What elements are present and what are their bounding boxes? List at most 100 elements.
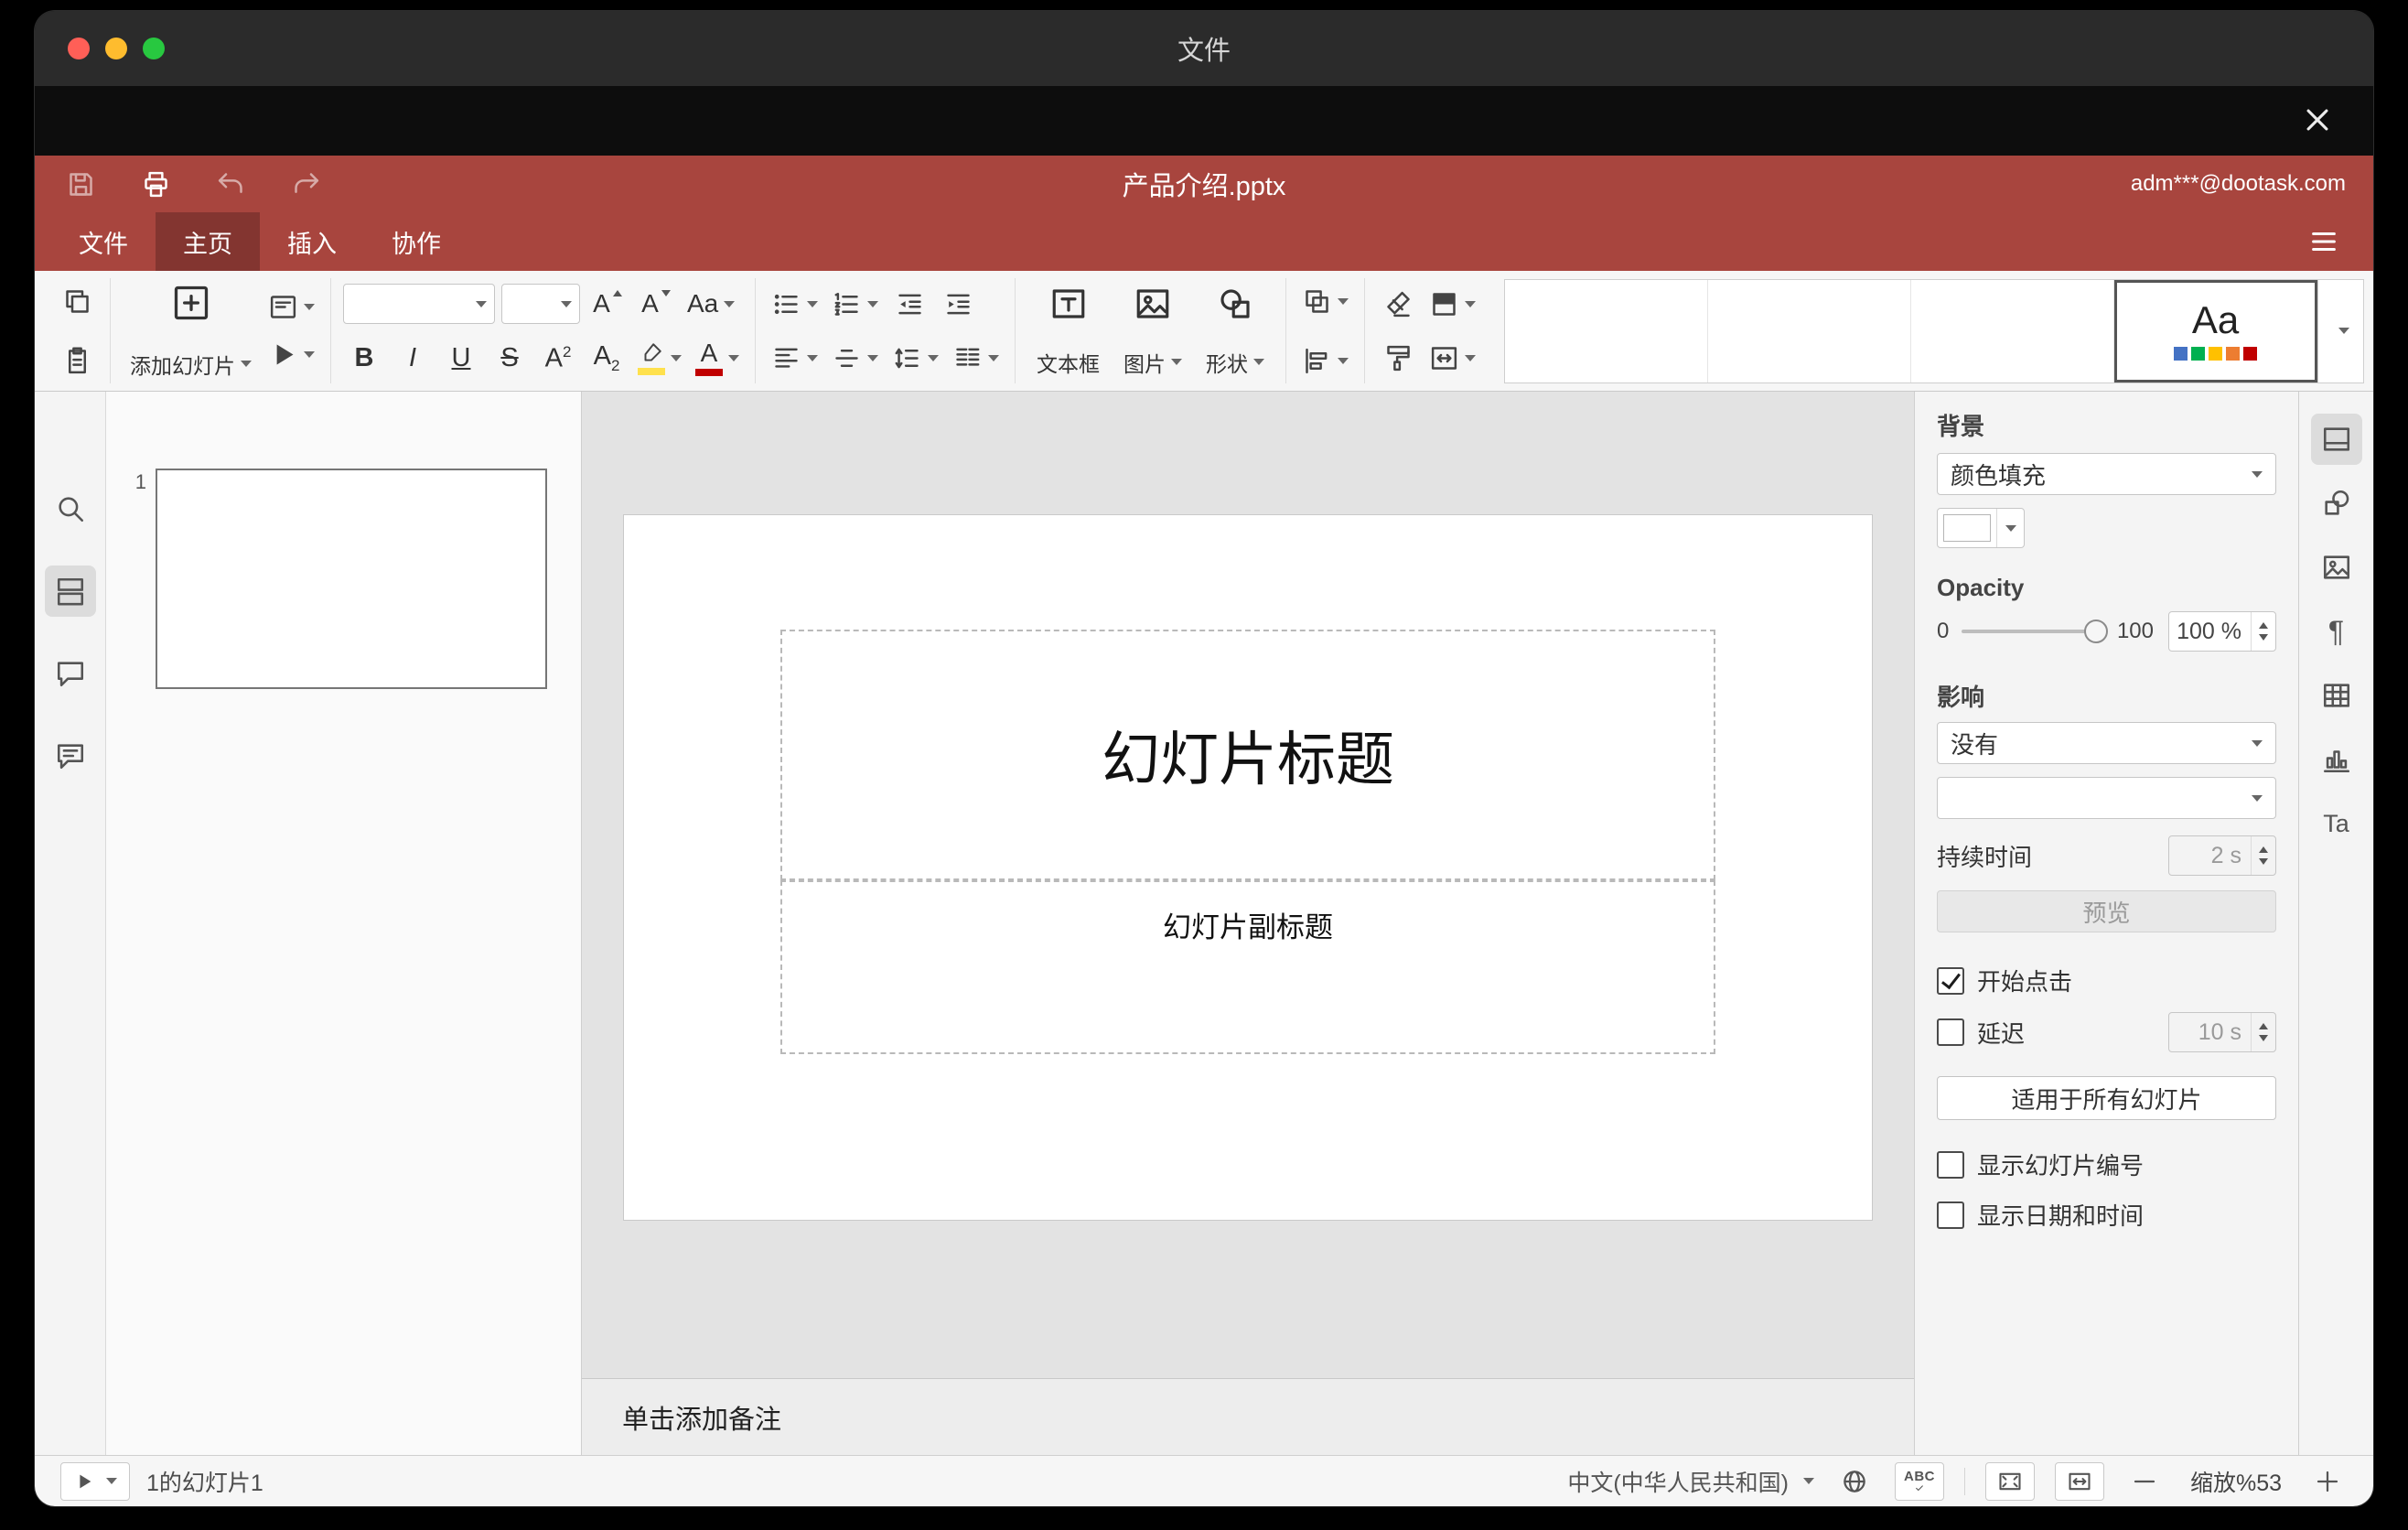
spinner-down-icon[interactable]	[2259, 1035, 2268, 1041]
bullet-list-button[interactable]	[768, 283, 822, 325]
show-slide-number-checkbox[interactable]	[1937, 1150, 1964, 1179]
duration-spinner[interactable]: 2 s	[2168, 835, 2276, 876]
start-on-click-checkbox[interactable]	[1937, 966, 1964, 995]
spinner-up-icon[interactable]	[2259, 846, 2268, 853]
fit-to-width-button[interactable]	[2055, 1461, 2104, 1501]
strikethrough-button[interactable]: S	[489, 337, 531, 379]
decrease-font-size-button[interactable]: A	[635, 283, 677, 325]
opacity-spinner[interactable]: 100 %	[2168, 611, 2276, 652]
insert-textbox-button[interactable]: 文本框	[1027, 279, 1109, 383]
subscript-button[interactable]: A2	[586, 337, 628, 379]
minimize-window-button[interactable]	[105, 38, 127, 59]
numbered-list-button[interactable]	[828, 283, 882, 325]
insert-image-button[interactable]: 图片	[1114, 279, 1191, 383]
document-language-button[interactable]	[1834, 1462, 1875, 1501]
print-button[interactable]	[137, 166, 174, 202]
show-datetime-checkbox[interactable]	[1937, 1201, 1964, 1229]
save-button[interactable]	[62, 166, 99, 202]
notes-area[interactable]: 单击添加备注	[582, 1378, 1914, 1455]
slide-layout-button[interactable]	[264, 286, 318, 329]
underline-button[interactable]: U	[440, 337, 482, 379]
tab-home[interactable]: 主页	[156, 212, 260, 271]
change-case-button[interactable]: Aa	[683, 283, 738, 325]
delay-spinner[interactable]: 10 s	[2168, 1012, 2276, 1052]
fullscreen-window-button[interactable]	[143, 38, 165, 59]
start-slideshow-button[interactable]	[264, 334, 318, 376]
theme-gallery-expand-button[interactable]	[2317, 279, 2363, 382]
table-settings-tab[interactable]	[2311, 670, 2362, 721]
theme-thumbnail-selected[interactable]: Aa	[2114, 279, 2317, 382]
sidebar-slides-button[interactable]	[44, 566, 96, 617]
undo-button[interactable]	[212, 166, 249, 202]
bold-button[interactable]: B	[343, 337, 385, 379]
align-shapes-button[interactable]	[1298, 339, 1352, 382]
image-settings-tab[interactable]	[2311, 542, 2362, 593]
slide-settings-tab[interactable]	[2310, 414, 2362, 465]
theme-thumbnail[interactable]	[1505, 279, 1708, 382]
columns-button[interactable]	[949, 337, 1003, 379]
theme-thumbnail[interactable]	[1708, 279, 1911, 382]
line-spacing-button[interactable]	[888, 337, 942, 379]
insert-shape-button[interactable]: 形状	[1197, 279, 1274, 383]
paragraph-settings-tab[interactable]: ¶	[2311, 606, 2362, 657]
add-slide-button[interactable]: 添加幻灯片	[123, 279, 259, 383]
effect-select[interactable]: 没有	[1937, 722, 2276, 764]
spinner-down-icon[interactable]	[2259, 634, 2268, 641]
background-fill-select[interactable]: 颜色填充	[1937, 453, 2276, 495]
slider-knob[interactable]	[2083, 620, 2108, 643]
paste-button[interactable]	[56, 339, 98, 382]
close-icon[interactable]	[2295, 97, 2340, 143]
opacity-slider[interactable]	[1962, 620, 2108, 643]
arrange-shapes-button[interactable]	[1298, 280, 1352, 322]
shape-settings-tab[interactable]	[2311, 478, 2362, 529]
clear-style-button[interactable]	[1377, 283, 1419, 325]
increase-indent-button[interactable]	[937, 283, 979, 325]
theme-thumbnail[interactable]	[1911, 279, 2114, 382]
menu-button[interactable]	[2302, 221, 2346, 262]
close-window-button[interactable]	[68, 38, 90, 59]
copy-style-button[interactable]	[1377, 337, 1419, 379]
chart-settings-tab[interactable]	[2311, 734, 2362, 785]
spinner-up-icon[interactable]	[2259, 622, 2268, 629]
subtitle-placeholder[interactable]: 幻灯片副标题	[780, 880, 1715, 1054]
sidebar-chat-button[interactable]	[45, 730, 96, 781]
tab-file[interactable]: 文件	[51, 212, 156, 271]
decrease-indent-button[interactable]	[888, 283, 930, 325]
spinner-up-icon[interactable]	[2259, 1023, 2268, 1029]
slide-thumbnail[interactable]	[156, 469, 547, 689]
language-label: 中文(中华人民共和国)	[1567, 1470, 1789, 1496]
redo-button[interactable]	[287, 166, 324, 202]
preview-button[interactable]: 预览	[1937, 890, 2276, 932]
slide[interactable]: 幻灯片标题 幻灯片副标题	[624, 515, 1872, 1220]
slide-canvas[interactable]: 幻灯片标题 幻灯片副标题	[582, 392, 1914, 1378]
apply-to-all-slides-button[interactable]: 适用于所有幻灯片	[1937, 1076, 2276, 1120]
zoom-in-button[interactable]	[2307, 1462, 2348, 1501]
delay-checkbox[interactable]	[1937, 1018, 1964, 1046]
slide-size-button[interactable]	[1425, 337, 1479, 379]
italic-button[interactable]: I	[392, 337, 434, 379]
tab-collaboration[interactable]: 协作	[364, 212, 468, 271]
font-name-select[interactable]	[343, 284, 495, 324]
sidebar-comments-button[interactable]	[45, 648, 96, 699]
copy-button[interactable]	[56, 280, 98, 322]
spinner-down-icon[interactable]	[2259, 858, 2268, 865]
text-art-settings-tab[interactable]: Ta	[2311, 798, 2362, 849]
vertical-align-button[interactable]	[828, 337, 882, 379]
start-slideshow-status-button[interactable]	[60, 1461, 130, 1501]
language-selector[interactable]: 中文(中华人民共和国)	[1567, 1465, 1814, 1498]
effect-option-select[interactable]	[1937, 777, 2276, 819]
increase-font-size-button[interactable]: A	[586, 283, 629, 325]
font-color-button[interactable]: A	[692, 337, 743, 379]
fit-to-slide-button[interactable]	[1985, 1461, 2035, 1501]
tab-insert[interactable]: 插入	[260, 212, 364, 271]
superscript-button[interactable]: A2	[537, 337, 579, 379]
background-color-select[interactable]	[1937, 508, 2025, 548]
highlight-color-button[interactable]	[634, 337, 685, 379]
sidebar-search-button[interactable]	[45, 483, 96, 534]
shape-fill-button[interactable]	[1425, 283, 1479, 325]
font-size-select[interactable]	[501, 284, 580, 324]
spell-check-button[interactable]: ABC	[1895, 1461, 1944, 1501]
zoom-out-button[interactable]	[2124, 1462, 2165, 1501]
title-placeholder[interactable]: 幻灯片标题	[780, 630, 1715, 880]
horizontal-align-button[interactable]	[768, 337, 822, 379]
